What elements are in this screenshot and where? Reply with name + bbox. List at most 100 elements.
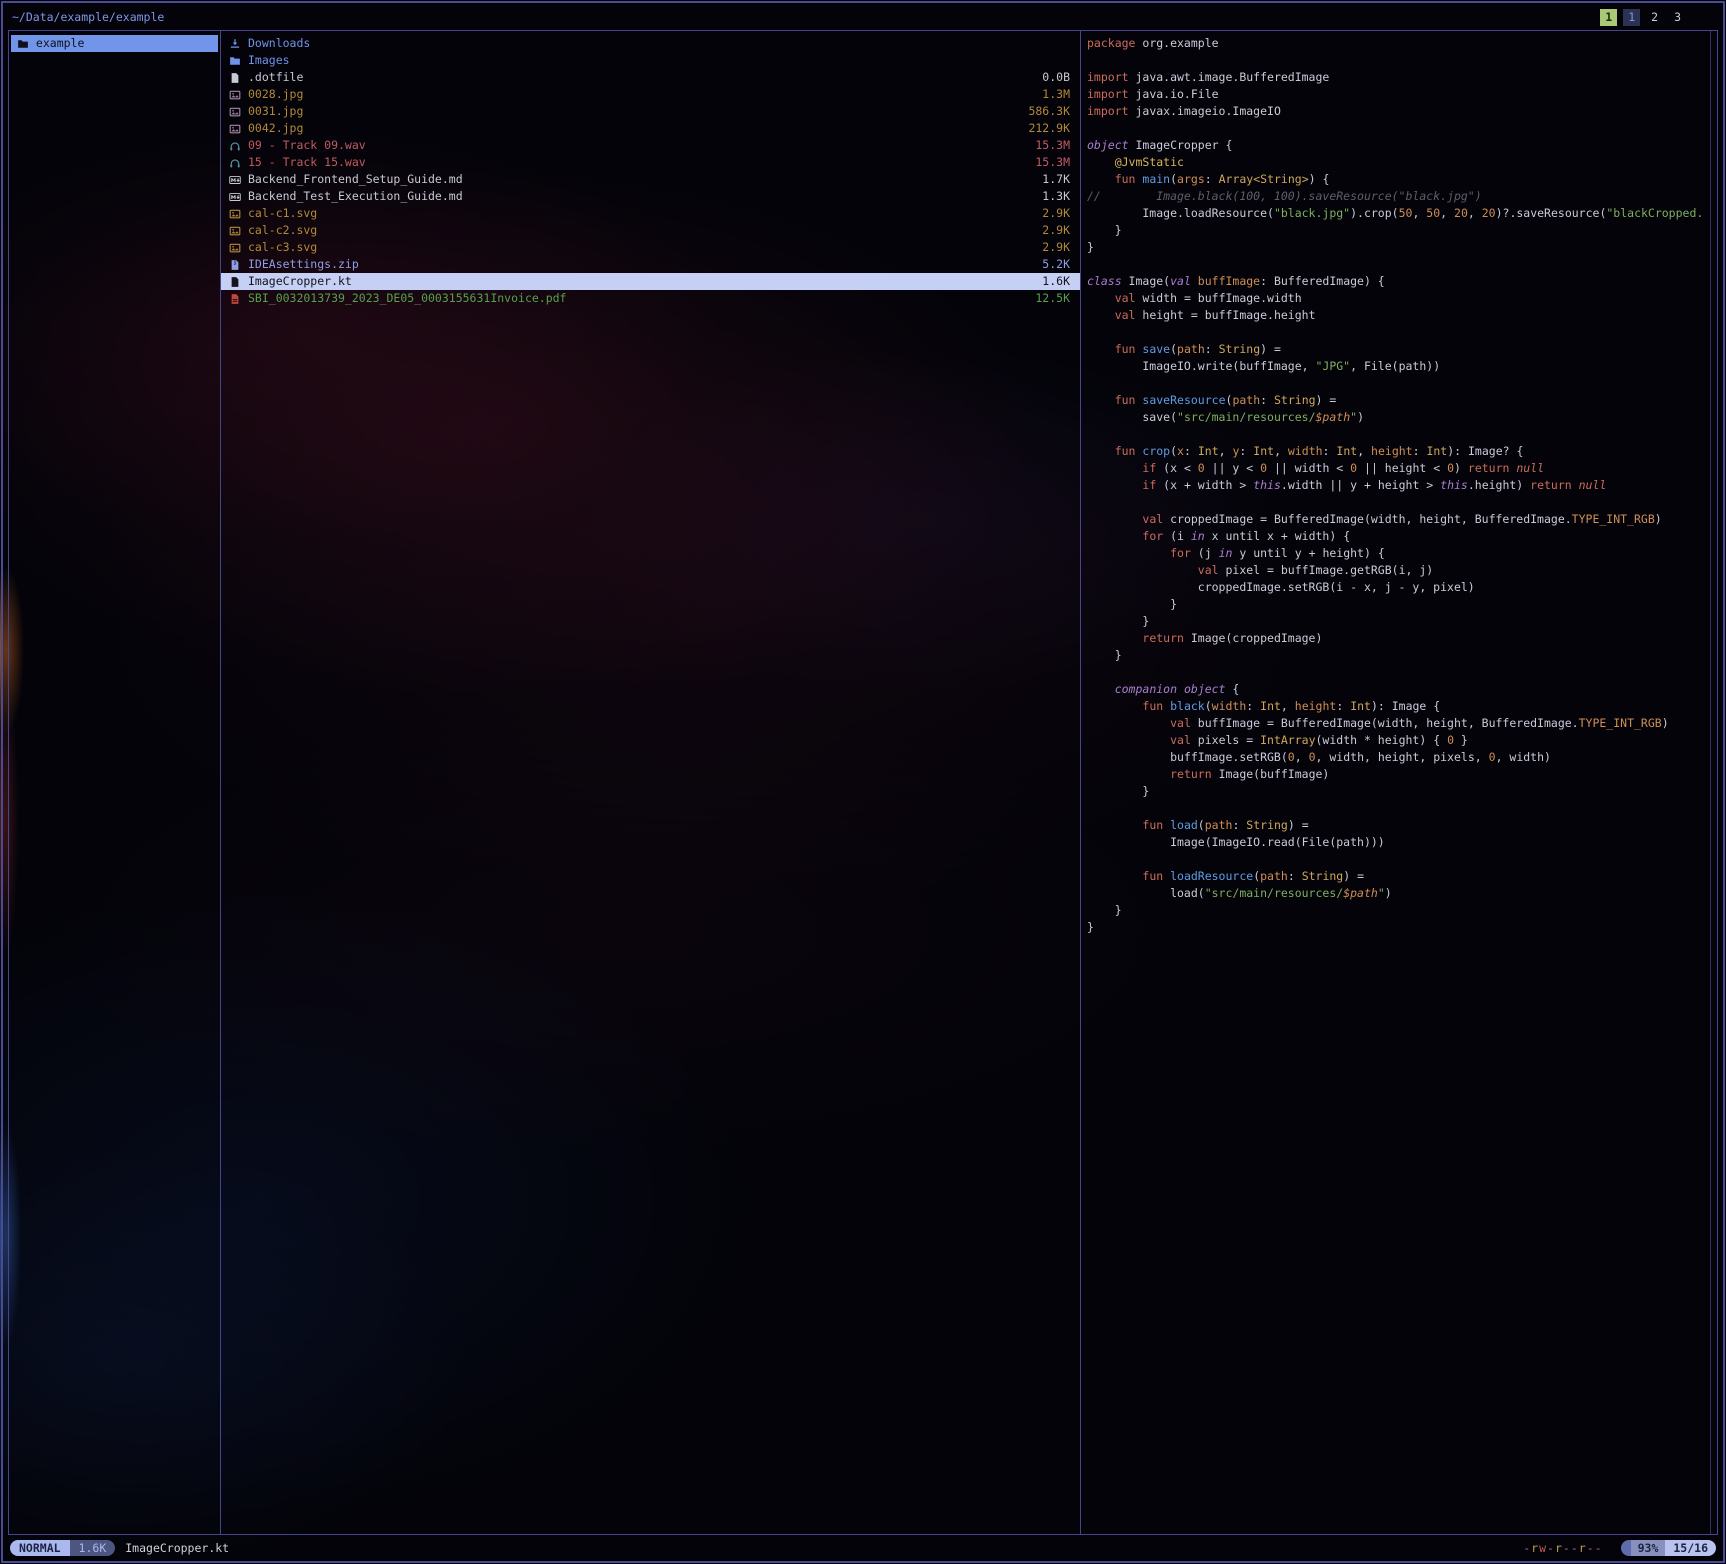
image-icon — [229, 225, 241, 237]
code-line: import java.io.File — [1087, 86, 1717, 103]
file-size: 212.9K — [1028, 120, 1070, 137]
file-name: 0042.jpg — [248, 120, 1020, 137]
file-name: 09 - Track 09.wav — [248, 137, 1027, 154]
file-size: 0.0B — [1042, 69, 1070, 86]
tab-1[interactable]: 1 — [1623, 9, 1640, 26]
code-line: fun crop(x: Int, y: Int, width: Int, hei… — [1087, 443, 1717, 460]
markdown-icon — [229, 191, 241, 203]
file-icon — [229, 276, 241, 288]
breadcrumb-path: ~/Data/example/example — [12, 9, 164, 26]
audio-icon — [229, 157, 241, 169]
file-row[interactable]: 0031.jpg586.3K — [221, 103, 1080, 120]
code-line: } — [1087, 596, 1717, 613]
file-name: Backend_Test_Execution_Guide.md — [248, 188, 1034, 205]
image-icon — [229, 208, 241, 220]
file-size: 12.5K — [1035, 290, 1070, 307]
file-name: 0031.jpg — [248, 103, 1020, 120]
file-row[interactable]: Downloads — [221, 35, 1080, 52]
file-row[interactable]: cal-c1.svg 2.9K — [221, 205, 1080, 222]
file-row[interactable]: 0028.jpg1.3M — [221, 86, 1080, 103]
code-line — [1087, 256, 1717, 273]
file-name: 0028.jpg — [248, 86, 1034, 103]
code-line — [1087, 52, 1717, 69]
file-row[interactable]: 15 - Track 15.wav15.3M — [221, 154, 1080, 171]
file-row[interactable]: Backend_Frontend_Setup_Guide.md 1.7K — [221, 171, 1080, 188]
audio-icon — [229, 140, 241, 152]
file-row[interactable]: cal-c3.svg2.9K — [221, 239, 1080, 256]
code-line: @JvmStatic — [1087, 154, 1717, 171]
folder-icon — [17, 38, 29, 50]
file-row[interactable]: ImageCropper.kt 1.6K — [221, 273, 1080, 290]
sidebar-item-example[interactable]: example — [11, 35, 218, 52]
pdf-icon — [229, 293, 241, 305]
code-line: import java.awt.image.BufferedImage — [1087, 69, 1717, 86]
code-line: load("src/main/resources/$path") — [1087, 885, 1717, 902]
file-name: cal-c2.svg — [248, 222, 1034, 239]
code-line: for (i in x until x + width) { — [1087, 528, 1717, 545]
code-line: buffImage.setRGB(0, 0, width, height, pi… — [1087, 749, 1717, 766]
parent-directory-pane: example — [9, 31, 221, 1534]
code-line — [1087, 664, 1717, 681]
file-row[interactable]: SBI_0032013739_2023_DE05_0003155631Invoi… — [221, 290, 1080, 307]
status-pill-cap — [1621, 1540, 1631, 1556]
file-list-pane: DownloadsImages.dotfile0.0B0028.jpg1.3M0… — [221, 31, 1081, 1534]
file-name: SBI_0032013739_2023_DE05_0003155631Invoi… — [248, 290, 1027, 307]
tab-bar: 1 123 — [1600, 5, 1686, 29]
code-line: ImageIO.write(buffImage, "JPG", File(pat… — [1087, 358, 1717, 375]
code-line: class Image(val buffImage: BufferedImage… — [1087, 273, 1717, 290]
code-line: } — [1087, 902, 1717, 919]
status-filename: ImageCropper.kt — [125, 1540, 229, 1557]
code-line: } — [1087, 919, 1717, 936]
file-name: Images — [248, 52, 1062, 69]
status-right: -rw-r--r-- 93% 15/16 — [1523, 1540, 1716, 1557]
code-line: val width = buffImage.width — [1087, 290, 1717, 307]
tab-2[interactable]: 2 — [1646, 9, 1663, 26]
file-size-badge: 1.6K — [70, 1540, 116, 1556]
archive-icon — [229, 259, 241, 271]
code-line: } — [1087, 647, 1717, 664]
file-size: 15.3M — [1035, 137, 1070, 154]
code-line: fun save(path: String) = — [1087, 341, 1717, 358]
file-row[interactable]: Backend_Test_Execution_Guide.md 1.3K — [221, 188, 1080, 205]
file-size: 5.2K — [1042, 256, 1070, 273]
file-row[interactable]: 09 - Track 09.wav 15.3M — [221, 137, 1080, 154]
code-line: } — [1087, 613, 1717, 630]
file-name: Downloads — [248, 35, 1062, 52]
file-row[interactable]: .dotfile 0.0B — [221, 69, 1080, 86]
code-line: save("src/main/resources/$path") — [1087, 409, 1717, 426]
code-preview-pane: package org.example import java.awt.imag… — [1081, 31, 1717, 1534]
file-name: cal-c3.svg — [248, 239, 1034, 256]
file-name: 15 - Track 15.wav — [248, 154, 1027, 171]
code-line — [1087, 800, 1717, 817]
code-line — [1087, 426, 1717, 443]
file-name: ImageCropper.kt — [248, 273, 1034, 290]
download-icon — [229, 38, 241, 50]
preview-scrollbar[interactable] — [1710, 31, 1711, 1534]
code-line: croppedImage.setRGB(i - x, j - y, pixel) — [1087, 579, 1717, 596]
sidebar-item-label: example — [29, 35, 84, 52]
file-name: .dotfile — [248, 69, 1034, 86]
status-bar: NORMAL 1.6K ImageCropper.kt -rw-r--r-- 9… — [10, 1539, 1716, 1557]
code-line: fun black(width: Int, height: Int): Imag… — [1087, 698, 1717, 715]
main-panes: example DownloadsImages.dotfile0.0B0028.… — [8, 30, 1718, 1535]
code-line: for (j in y until y + height) { — [1087, 545, 1717, 562]
file-size: 2.9K — [1042, 205, 1070, 222]
code-line: fun loadResource(path: String) = — [1087, 868, 1717, 885]
file-name: Backend_Frontend_Setup_Guide.md — [248, 171, 1034, 188]
code-line: } — [1087, 222, 1717, 239]
file-size: 1.7K — [1042, 171, 1070, 188]
code-line: val pixel = buffImage.getRGB(i, j) — [1087, 562, 1717, 579]
tab-3[interactable]: 3 — [1669, 9, 1686, 26]
file-name: cal-c1.svg — [248, 205, 1034, 222]
file-size: 1.6K — [1042, 273, 1070, 290]
folder-icon — [229, 55, 241, 67]
file-name: IDEAsettings.zip — [248, 256, 1034, 273]
file-size: 1.3K — [1042, 188, 1070, 205]
file-row[interactable]: 0042.jpg 212.9K — [221, 120, 1080, 137]
file-row[interactable]: Images — [221, 52, 1080, 69]
code-line: package org.example — [1087, 35, 1717, 52]
file-row[interactable]: cal-c2.svg2.9K — [221, 222, 1080, 239]
file-row[interactable]: IDEAsettings.zip 5.2K — [221, 256, 1080, 273]
code-line: return Image(croppedImage) — [1087, 630, 1717, 647]
code-line: companion object { — [1087, 681, 1717, 698]
